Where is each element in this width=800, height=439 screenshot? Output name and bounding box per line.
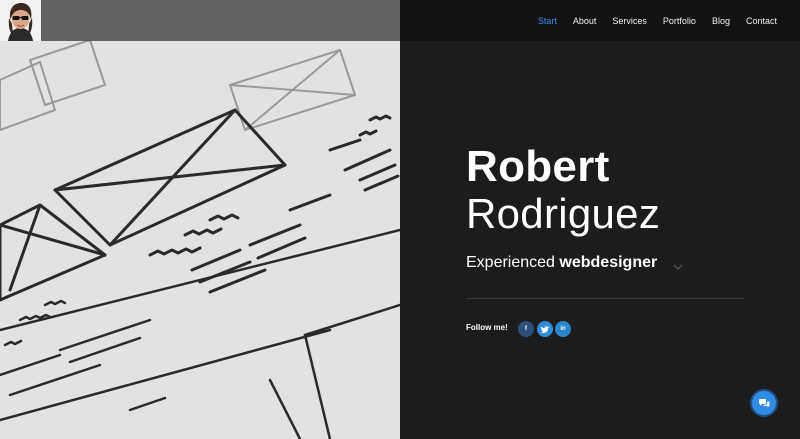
chat-bubbles-icon — [759, 399, 770, 408]
nav-item-start[interactable]: Start — [538, 16, 557, 26]
nav-item-services[interactable]: Services — [612, 16, 647, 26]
hero-first-name: Robert — [466, 142, 610, 191]
nav-item-contact[interactable]: Contact — [746, 16, 777, 26]
header-overlay — [0, 0, 400, 41]
twitter-link[interactable] — [537, 321, 553, 337]
facebook-link[interactable]: f — [518, 321, 534, 337]
hero-last-name: Rodriguez — [466, 190, 661, 237]
hero-tagline: Experienced webdesigner — [466, 252, 657, 274]
main-navigation: Start About Services Portfolio Blog Cont… — [522, 16, 777, 26]
linkedin-link[interactable]: in — [555, 321, 571, 337]
nav-item-blog[interactable]: Blog — [712, 16, 730, 26]
wireframe-sketch-illustration — [0, 0, 400, 439]
hero-background-image — [0, 0, 400, 439]
nav-item-about[interactable]: About — [573, 16, 597, 26]
chevron-down-icon — [673, 264, 683, 270]
chat-button[interactable] — [752, 391, 776, 415]
avatar-portrait-icon — [0, 0, 41, 41]
linkedin-icon: in — [560, 326, 566, 332]
hero-divider — [466, 298, 744, 299]
avatar[interactable] — [0, 0, 41, 41]
nav-item-portfolio[interactable]: Portfolio — [663, 16, 696, 26]
follow-label: Follow me! — [466, 323, 508, 332]
tagline-prefix: Experienced — [466, 254, 555, 271]
facebook-icon: f — [525, 326, 527, 332]
twitter-icon — [541, 325, 549, 333]
tagline-role: webdesigner — [559, 254, 658, 271]
top-navigation-bar: Start About Services Portfolio Blog Cont… — [0, 0, 800, 41]
